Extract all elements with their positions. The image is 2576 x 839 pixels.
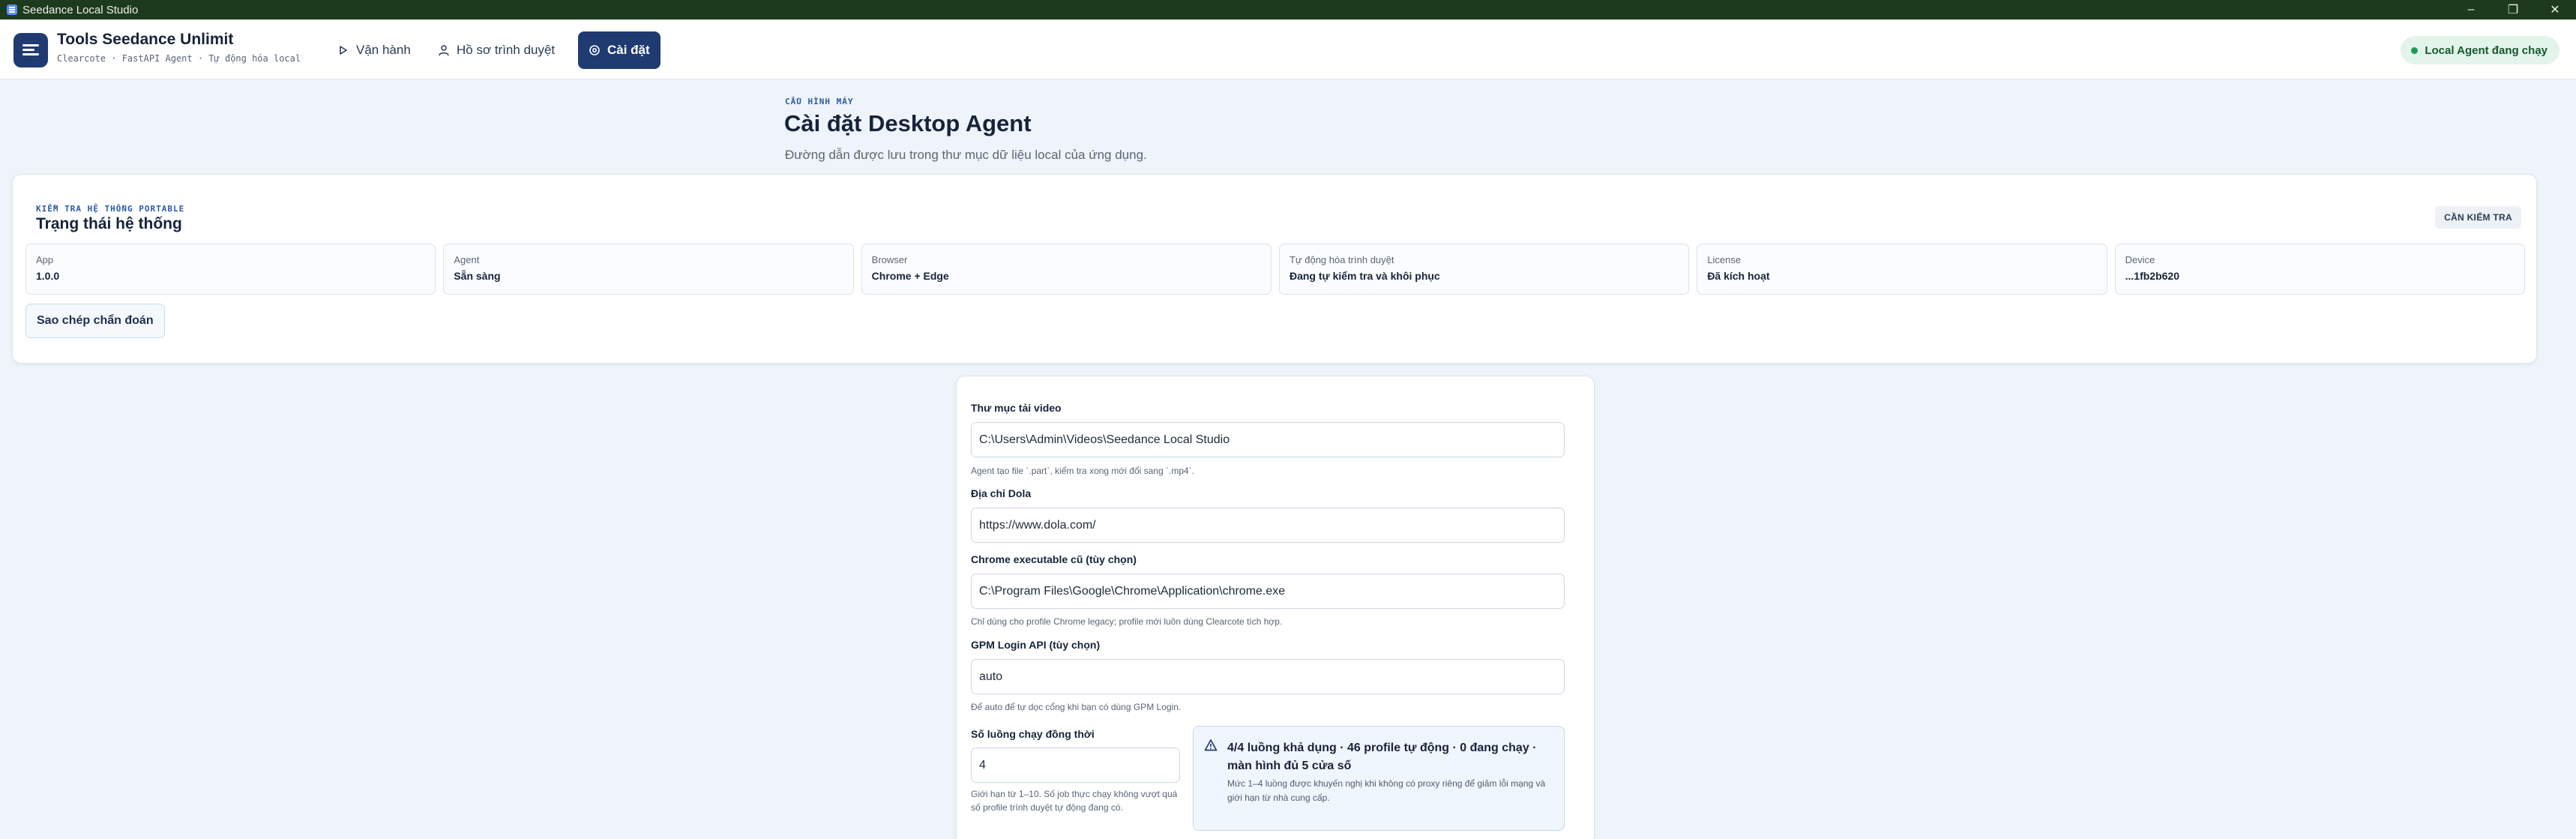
nav-settings-label: Cài đặt [607,43,650,57]
status-tile-license: License Đã kích hoạt [1697,244,2107,295]
nav-browser-profiles[interactable]: Hồ sơ trình duyệt [427,31,565,69]
tile-label: Agent [454,254,480,265]
system-eyebrow: KIỂM TRA HỆ THỐNG PORTABLE [36,204,185,214]
brand-title: Tools Seedance Unlimit [57,31,234,48]
status-badge: CẦN KIỂM TRA [2435,206,2521,229]
nav-operate[interactable]: Vận hành [327,31,421,69]
page-title: Cài đặt Desktop Agent [784,110,1032,136]
tile-value: ...1fb2b620 [2125,270,2180,282]
brand-subtitle: Clearcote · FastAPI Agent · Tự động hóa … [57,53,301,64]
concurrency-label: Số luồng chạy đồng thời [971,728,1095,740]
chrome-path-input[interactable] [971,574,1565,609]
close-icon[interactable]: ✕ [2534,0,2576,19]
page-eyebrow: CẤU HÌNH MÁY [785,97,854,106]
play-icon [337,44,349,56]
info-text: Mức 1–4 luồng được khuyến nghị khi không… [1227,778,1546,803]
warning-icon [1204,739,1218,751]
settings-icon [589,44,601,56]
chrome-hint: Chỉ dùng cho profile Chrome legacy; prof… [971,616,1283,627]
gpm-label: GPM Login API (tùy chọn) [971,639,1101,651]
status-tiles: App 1.0.0 Agent Sẵn sàng Browser Chrome … [25,244,2525,295]
status-tile-device: Device ...1fb2b620 [2114,244,2525,295]
system-title: Trạng thái hệ thống [36,215,182,232]
concurrency-hint: Giới hạn từ 1–10. Số job thực chạy không… [971,789,1178,813]
window-title: Seedance Local Studio [22,3,139,16]
restore-icon[interactable]: ❐ [2492,0,2534,19]
gpm-hint: Để auto để tự dọc cổng khi bạn có dùng G… [971,702,1182,712]
info-title: 4/4 luồng khả dụng · 46 profile tự động … [1227,742,1537,772]
video-dir-hint: Agent tạo file `.part`, kiểm tra xong mớ… [971,466,1194,476]
nav-browser-profiles-label: Hồ sơ trình duyệt [457,43,556,57]
nav-operate-label: Vận hành [356,43,411,57]
copy-diagnostics-button[interactable]: Sao chép chẩn đoán [25,304,165,338]
chrome-label: Chrome executable cũ (tùy chọn) [971,553,1137,565]
status-tile-browser: Browser Chrome + Edge [861,244,1272,295]
video-dir-label: Thư mục tải video [971,402,1062,414]
app-logo [13,33,48,67]
status-tile-app: App 1.0.0 [25,244,436,295]
gpm-api-input[interactable] [971,659,1565,694]
status-tile-automation: Tự động hóa trình duyệt Đang tự kiểm tra… [1278,244,1690,295]
minimize-icon[interactable]: – [2450,0,2492,19]
status-dot-icon [2411,46,2419,54]
settings-form-card: Thư mục tải video Agent tạo file `.part`… [956,376,1595,839]
dola-url-input[interactable] [971,508,1565,543]
agent-status-label: Local Agent đang chạy [2425,43,2548,57]
tile-label: License [1707,254,1742,265]
system-status-card: KIỂM TRA HỆ THỐNG PORTABLE Trạng thái hệ… [12,174,2537,364]
concurrency-info-box: 4/4 luồng khả dụng · 46 profile tự động … [1193,726,1565,831]
tile-label: Browser [871,254,908,265]
tile-label: Tự động hóa trình duyệt [1289,254,1394,265]
dola-label: Địa chỉ Dola [971,487,1032,499]
status-tile-agent: Agent Sẵn sàng [443,244,854,295]
tile-value: Chrome + Edge [871,270,949,282]
video-dir-input[interactable] [971,422,1565,457]
tile-label: Device [2125,254,2155,265]
concurrency-input[interactable] [971,748,1180,783]
page-description: Đường dẫn được lưu trong thư mục dữ liệu… [785,148,1147,162]
tile-value: 1.0.0 [36,270,60,282]
agent-status-badge: Local Agent đang chạy [2401,36,2560,64]
window-titlebar: Seedance Local Studio – ❐ ✕ [0,0,2576,19]
app-icon [7,4,17,15]
tile-label: App [36,254,54,265]
window-controls: – ❐ ✕ [2450,0,2576,19]
nav-settings[interactable]: Cài đặt [578,31,660,69]
tile-value: Sẵn sàng [454,270,501,282]
app-header: Tools Seedance Unlimit Clearcote · FastA… [0,19,2576,79]
user-icon [438,44,450,56]
tile-value: Đang tự kiểm tra và khôi phục [1289,270,1440,282]
tile-value: Đã kích hoạt [1707,270,1770,282]
